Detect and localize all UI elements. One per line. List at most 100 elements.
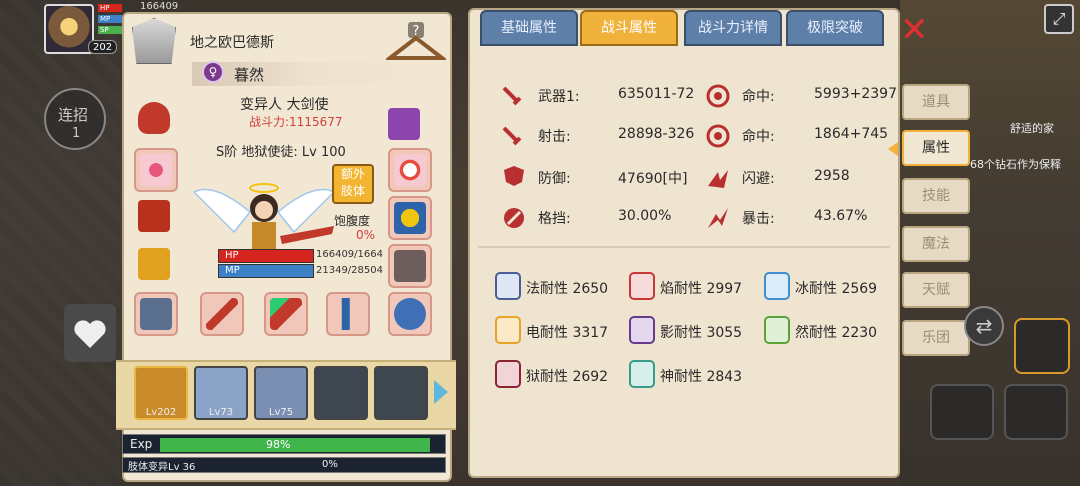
- combo-label: 连招: [58, 106, 89, 124]
- resistance-label: 神耐性 2843: [660, 369, 743, 385]
- tab-basic-attributes[interactable]: 基础属性: [480, 10, 578, 46]
- exp-label: Exp: [130, 437, 153, 451]
- boots-icon: [394, 250, 426, 282]
- exp-fill: [160, 438, 430, 452]
- stat-value: 28898-326: [618, 126, 695, 142]
- party-member[interactable]: Lv75: [254, 366, 308, 420]
- side-menu-skills[interactable]: 技能: [902, 178, 970, 214]
- arcane-resistance-icon: [495, 272, 521, 300]
- extra-limb-button[interactable]: 额外 肢体: [332, 164, 374, 204]
- blade-icon: [332, 298, 364, 330]
- limb-mutation-label: 肢体变异Lv 36: [128, 462, 196, 473]
- equip-slot-weapon-bow[interactable]: [264, 292, 308, 336]
- bow-skill-icon[interactable]: [1004, 384, 1068, 440]
- mini-sp-bar: SP: [98, 26, 122, 34]
- skill-slot-icon[interactable]: [1014, 318, 1070, 374]
- tab-label: 极限突破: [807, 20, 863, 36]
- expand-icon[interactable]: ⤢: [1044, 4, 1074, 34]
- gender-symbol-icon: ♀: [202, 61, 224, 83]
- stat-value: 47690[中]: [618, 171, 688, 187]
- player-mini-bars: HP MP SP: [98, 4, 122, 38]
- side-menu-label: 天赋: [922, 282, 950, 298]
- side-menu-label: 乐团: [922, 330, 950, 346]
- equip-slot-accessory[interactable]: [388, 292, 432, 336]
- resistance-label: 焰耐性 2997: [660, 281, 743, 297]
- combo-count: 1: [72, 126, 81, 141]
- sword-skill-icon[interactable]: [930, 384, 994, 440]
- side-menu-items[interactable]: 道具: [902, 84, 970, 120]
- rank-line: S阶 地狱使徒: Lv 100: [216, 145, 346, 160]
- resistance-label: 法耐性 2650: [526, 281, 609, 297]
- hp-value: 166409/1664: [316, 249, 383, 260]
- stat-label: 防御:: [538, 171, 571, 187]
- hp-bar: HP: [218, 249, 314, 263]
- stat-value: 30.00%: [618, 208, 672, 224]
- shield-icon: [502, 164, 526, 188]
- target-icon: [706, 84, 730, 108]
- side-menu-band[interactable]: 乐团: [902, 320, 970, 356]
- stat-label: 格挡:: [538, 211, 571, 227]
- party-slot-empty[interactable]: [374, 366, 428, 420]
- equip-slot-gloves[interactable]: [134, 244, 178, 288]
- party-member[interactable]: Lv202: [134, 366, 188, 420]
- equip-slot-boots[interactable]: [388, 244, 432, 288]
- resistance-label: 影耐性 3055: [660, 325, 743, 341]
- equip-slot-weapon-staff[interactable]: [200, 292, 244, 336]
- equip-slot-anchor[interactable]: [388, 196, 432, 240]
- player-avatar[interactable]: [44, 4, 94, 54]
- equip-slot-amulet[interactable]: [134, 148, 178, 192]
- tab-limit-break[interactable]: 极限突破: [786, 10, 884, 46]
- close-icon[interactable]: ✕: [900, 12, 936, 48]
- mp-label: MP: [225, 265, 240, 276]
- side-menu-talent[interactable]: 天赋: [902, 272, 970, 308]
- equip-slot-head[interactable]: [134, 98, 178, 142]
- character-class: 变异人 大剑使: [240, 97, 329, 113]
- tab-combat-attributes[interactable]: 战斗属性: [580, 10, 678, 46]
- critical-icon: [706, 206, 730, 230]
- party-member-level: Lv75: [268, 407, 294, 418]
- sword-icon: [500, 124, 524, 148]
- hp-label: HP: [225, 250, 239, 261]
- stat-value: 1864+745: [814, 126, 889, 142]
- ring-icon: [394, 154, 426, 186]
- mini-mp-bar: MP: [98, 15, 122, 23]
- tab-combat-power-details[interactable]: 战斗力详情: [684, 10, 782, 46]
- party-scroll-arrow-icon[interactable]: [434, 380, 448, 404]
- party-member[interactable]: Lv73: [194, 366, 248, 420]
- equip-slot-gem[interactable]: [388, 108, 420, 140]
- anchor-icon: [394, 202, 426, 234]
- swap-icon[interactable]: ⇄: [964, 306, 1004, 346]
- tab-label: 基础属性: [501, 20, 557, 36]
- top-hp-text: 166409: [140, 1, 179, 12]
- satiety-value: 0%: [356, 228, 376, 242]
- hanger-icon[interactable]: ?: [384, 20, 448, 64]
- equip-slot-armor[interactable]: [134, 196, 178, 240]
- party-member-level: Lv73: [208, 407, 234, 418]
- location-title: 地之欧巴德斯: [190, 35, 274, 51]
- side-menu-label: 道具: [922, 94, 950, 110]
- combat-power: 战斗力:1115677: [249, 115, 343, 129]
- stat-label: 命中:: [742, 129, 775, 145]
- stat-label: 武器1:: [538, 89, 580, 105]
- stat-label: 射击:: [538, 129, 571, 145]
- party-slot-empty[interactable]: [314, 366, 368, 420]
- extra-limb-label: 额外 肢体: [340, 167, 365, 198]
- mini-hp-bar: HP: [98, 4, 122, 12]
- side-menu-attributes[interactable]: 属性: [902, 130, 970, 166]
- target-icon: [706, 124, 730, 148]
- shadow-resistance-icon: [629, 316, 655, 344]
- stat-label: 暴击:: [742, 211, 775, 227]
- resistance-label: 然耐性 2230: [795, 325, 878, 341]
- side-menu-magic[interactable]: 魔法: [902, 226, 970, 262]
- stat-value: 2958: [814, 168, 850, 184]
- dodge-icon: [706, 166, 730, 190]
- combo-button[interactable]: 连招 1: [44, 88, 106, 150]
- resistance-label: 电耐性 3317: [526, 325, 609, 341]
- stat-label: 闪避:: [742, 171, 775, 187]
- party-member-level: Lv202: [145, 407, 177, 418]
- heart-icon[interactable]: [64, 304, 116, 362]
- equip-slot-weapon-blade[interactable]: [326, 292, 370, 336]
- equip-slot-ring[interactable]: [388, 148, 432, 192]
- gloves-icon: [138, 248, 170, 280]
- equip-slot-backpack[interactable]: [134, 292, 178, 336]
